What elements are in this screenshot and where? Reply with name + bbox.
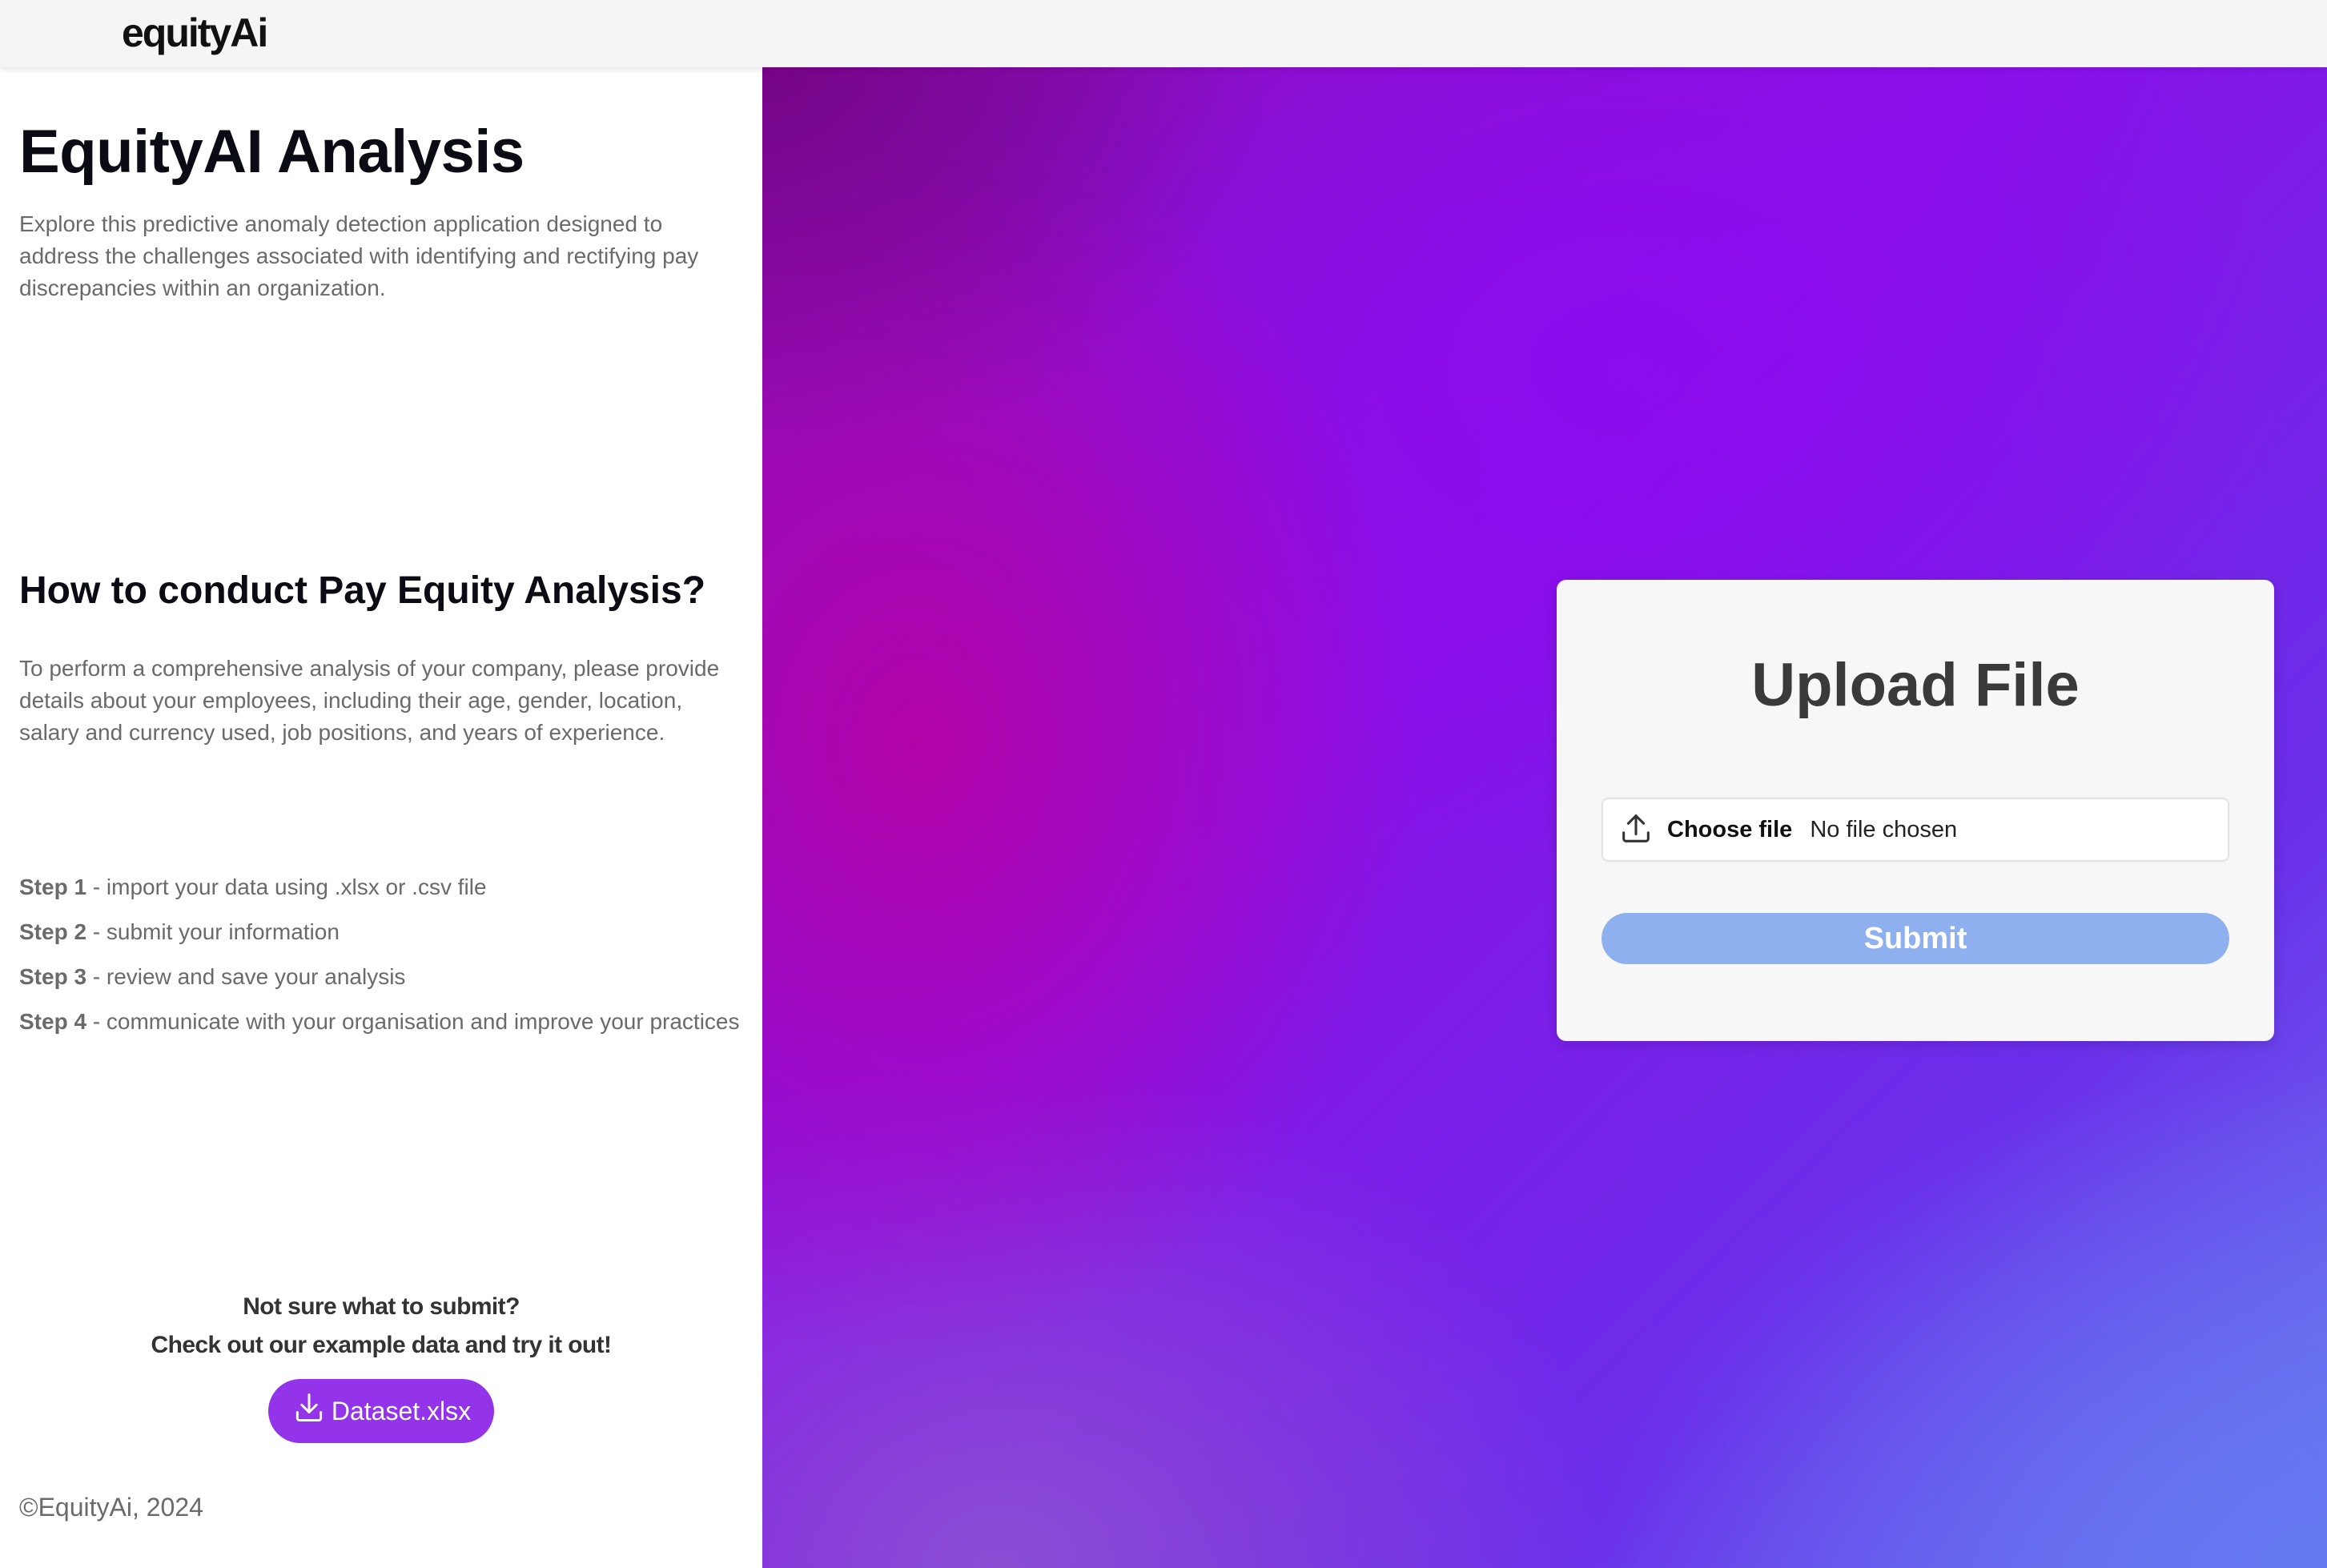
- step-item: Step 3 - review and save your analysis: [19, 961, 740, 993]
- step-text: - submit your information: [86, 919, 340, 944]
- upload-card: Upload File Choose file No file chosen S…: [1557, 580, 2274, 1041]
- choose-file-button[interactable]: Choose file: [1667, 817, 1792, 843]
- upload-title: Upload File: [1751, 651, 2080, 719]
- step-label: Step 2: [19, 919, 87, 944]
- step-item: Step 1 - import your data using .xlsx or…: [19, 871, 740, 903]
- step-item: Step 4 - communicate with your organisat…: [19, 1006, 740, 1038]
- submit-button[interactable]: Submit: [1602, 913, 2229, 964]
- intro-description: Explore this predictive anomaly detectio…: [19, 211, 699, 300]
- file-input[interactable]: Choose file No file chosen: [1602, 798, 2229, 862]
- example-prompt-line2: Check out our example data and try it ou…: [151, 1332, 612, 1358]
- top-bar: equityAi: [0, 0, 2327, 67]
- file-status-text: No file chosen: [1810, 816, 1958, 842]
- page-title: EquityAI Analysis: [19, 118, 524, 186]
- download-dataset-button[interactable]: Dataset.xlsx: [268, 1379, 494, 1443]
- step-label: Step 3: [19, 964, 87, 989]
- step-text: - review and save your analysis: [86, 964, 406, 989]
- step-label: Step 1: [19, 874, 87, 899]
- step-text: - communicate with your organisation and…: [86, 1009, 740, 1034]
- example-prompt-line1: Not sure what to submit?: [243, 1293, 520, 1320]
- example-data-section: Not sure what to submit? Check out our e…: [0, 1288, 762, 1443]
- left-panel: EquityAI Analysis Explore this predictiv…: [0, 67, 762, 1568]
- upload-icon: [1618, 810, 1654, 850]
- download-icon: [291, 1390, 327, 1432]
- download-dataset-label: Dataset.xlsx: [331, 1396, 472, 1425]
- howto-description: To perform a comprehensive analysis of y…: [19, 656, 720, 745]
- copyright-text: ©EquityAi, 2024: [19, 1493, 203, 1522]
- step-item: Step 2 - submit your information: [19, 916, 740, 948]
- steps-list: Step 1 - import your data using .xlsx or…: [19, 871, 740, 1051]
- step-text: - import your data using .xlsx or .csv f…: [86, 874, 487, 899]
- howto-heading: How to conduct Pay Equity Analysis?: [19, 569, 706, 612]
- step-label: Step 4: [19, 1009, 87, 1034]
- brand-logo[interactable]: equityAi: [122, 10, 268, 56]
